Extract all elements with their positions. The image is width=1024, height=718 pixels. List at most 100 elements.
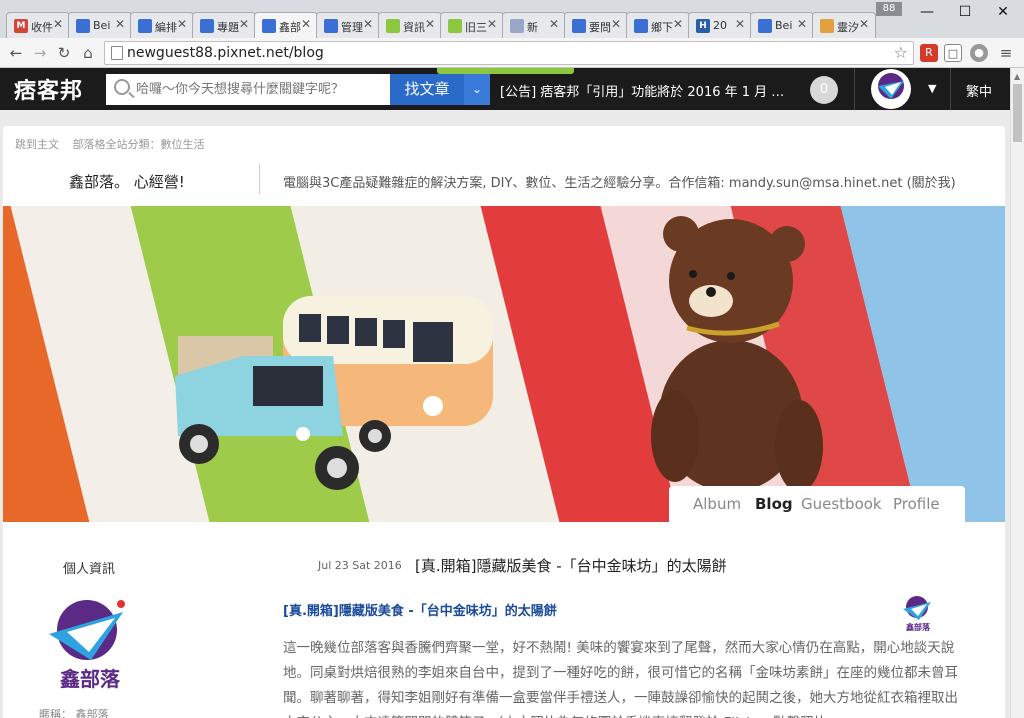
tab-close-icon[interactable]: ✕ (611, 17, 621, 31)
search-icon (114, 79, 130, 95)
tab-favicon-icon (572, 19, 586, 33)
post-body: 這一晚幾位部落客與香騰們齊聚一堂，好不熱鬧! 美味的饗宴來到了尾聲，然而大家心情… (283, 640, 958, 718)
nav-guestbook[interactable]: Guestbook (801, 495, 882, 513)
tab-close-icon[interactable]: ✕ (239, 17, 249, 31)
language-switch[interactable]: 繁中 (966, 81, 992, 100)
tab-title: 新 (527, 21, 538, 34)
browser-tab[interactable]: M 收件 ✕ (6, 12, 70, 38)
tab-close-icon[interactable]: ✕ (425, 17, 435, 31)
tab-favicon-icon: H (696, 19, 710, 33)
browser-tab[interactable]: H 20 ✕ (688, 12, 752, 38)
divider (950, 68, 951, 110)
browser-tab[interactable]: 要問 ✕ (564, 12, 628, 38)
pixnet-logo[interactable]: 痞客邦 (14, 73, 83, 105)
blog-description: 電腦與3C產品疑難雜症的解決方案, DIY、數位、生活之經驗分享。合作信箱: m… (283, 176, 956, 191)
profile-logo[interactable]: 鑫部落 (45, 598, 135, 691)
tab-favicon-icon (448, 19, 462, 33)
browser-tab[interactable]: 靈汐 ✕ (812, 12, 876, 38)
browser-tab[interactable]: 編排 ✕ (130, 12, 194, 38)
search-articles-button[interactable]: 找文章 (390, 74, 464, 105)
site-search[interactable] (106, 74, 390, 105)
browser-tab[interactable]: 新 ✕ (502, 12, 566, 38)
browser-tab[interactable]: 管理 ✕ (316, 12, 380, 38)
extension-red-icon[interactable]: R (920, 44, 938, 62)
page-scrollbar[interactable]: ▲ (1010, 68, 1024, 718)
browser-tab[interactable]: 旧三 ✕ (440, 12, 504, 38)
tab-favicon-icon (262, 19, 276, 33)
menu-icon[interactable]: ≡ (997, 44, 1015, 62)
post-article-link[interactable]: [真.開箱]隱藏版美食 -「台中金味坊」的太陽餅 (283, 600, 557, 619)
search-input[interactable] (136, 80, 384, 98)
blog-title[interactable]: 鑫部落。 心經營! (69, 171, 185, 192)
avatar-caret-icon[interactable]: ▼ (928, 82, 936, 95)
close-window-button[interactable]: ✕ (984, 0, 1022, 26)
divider (854, 68, 855, 110)
tab-close-icon[interactable]: ✕ (859, 17, 869, 31)
tab-count-badge: 88 (876, 2, 902, 16)
pixnet-header: 痞客邦 找文章 ⌄ [公告] 痞客邦「引用」功能將於 2016 年 1 月 … … (0, 68, 1010, 110)
banner-toys-image (175, 216, 823, 492)
tab-title: Bei (93, 19, 111, 32)
browser-tab[interactable]: 鄉下 ✕ (626, 12, 690, 38)
user-avatar[interactable] (871, 69, 911, 109)
announcement-text[interactable]: [公告] 痞客邦「引用」功能將於 2016 年 1 月 … (500, 81, 784, 100)
browser-tab[interactable]: 資訊 ✕ (378, 12, 442, 38)
tab-title: 收件 (31, 21, 53, 34)
tab-close-icon[interactable]: ✕ (363, 17, 373, 31)
tab-favicon-icon (634, 19, 648, 33)
forward-arrow-icon[interactable]: → (30, 43, 50, 63)
extension-circle-icon[interactable]: ● (970, 44, 988, 62)
reload-icon[interactable]: ↻ (54, 43, 74, 63)
browser-tab[interactable]: Bei ✕ (68, 12, 132, 38)
scroll-thumb[interactable] (1013, 84, 1022, 142)
tab-title: 鄉下 (651, 21, 673, 34)
post-title[interactable]: [真.開箱]隱藏版美食 -「台中金味坊」的太陽餅 (415, 555, 727, 576)
tab-title: 編排 (155, 21, 177, 34)
post-logo-caption: 鑫部落 (905, 622, 931, 632)
skip-to-main-link[interactable]: 跳到主文 (15, 138, 59, 151)
breadcrumb: 跳到主文 部落格全站分類：數位生活 (15, 136, 215, 152)
tab-title: 旧三 (465, 21, 487, 34)
tab-close-icon[interactable]: ✕ (53, 17, 63, 31)
nav-blog[interactable]: Blog (755, 495, 793, 513)
tab-favicon-icon (76, 19, 90, 33)
tab-favicon-icon (200, 19, 214, 33)
post-logo: 鑫部落 (899, 594, 937, 632)
browser-tab[interactable]: 專題 ✕ (192, 12, 256, 38)
back-arrow-icon[interactable]: ← (6, 43, 26, 63)
home-icon[interactable]: ⌂ (78, 43, 98, 63)
maximize-button[interactable]: ☐ (946, 0, 984, 26)
tab-close-icon[interactable]: ✕ (115, 17, 125, 31)
tab-close-icon[interactable]: ✕ (797, 17, 807, 31)
nav-album[interactable]: Album (693, 495, 741, 513)
tab-close-icon[interactable]: ✕ (487, 17, 497, 31)
minimize-button[interactable]: — (908, 0, 946, 26)
notification-count[interactable]: 0 (810, 76, 838, 104)
browser-tab[interactable]: Bei ✕ (750, 12, 814, 38)
nav-profile[interactable]: Profile (893, 495, 940, 513)
url-input[interactable] (127, 44, 887, 62)
tab-favicon-icon (386, 19, 400, 33)
bookmark-star-icon[interactable]: ☆ (894, 43, 908, 62)
address-bar[interactable]: ☆ (104, 41, 914, 65)
tab-close-icon[interactable]: ✕ (549, 17, 559, 31)
scroll-up-icon[interactable]: ▲ (1014, 72, 1020, 81)
browser-tab[interactable]: 鑫部 ✕ (254, 12, 318, 39)
tab-close-icon[interactable]: ✕ (673, 17, 683, 31)
tab-favicon-icon (820, 19, 834, 33)
browser-toolbar: ← → ↻ ⌂ ☆ R □ ● ≡ (0, 38, 1024, 68)
page-icon (111, 46, 123, 60)
search-dropdown-chevron-icon[interactable]: ⌄ (464, 74, 490, 105)
tab-title: 鑫部 (279, 21, 301, 34)
tab-title: 靈汐 (837, 21, 859, 34)
extension-chat-icon[interactable]: □ (944, 44, 962, 62)
tab-close-icon[interactable]: ✕ (177, 17, 187, 31)
tab-favicon-icon (324, 19, 338, 33)
tab-favicon-icon: M (14, 19, 28, 33)
tab-close-icon[interactable]: ✕ (735, 17, 745, 31)
tab-close-icon[interactable]: ✕ (301, 17, 311, 31)
tab-favicon-icon (138, 19, 152, 33)
category-link[interactable]: 部落格全站分類：數位生活 (73, 138, 205, 151)
blog-nav: Album Blog Guestbook Profile (669, 486, 965, 522)
nickname: 暱稱： 鑫部落 (39, 708, 109, 718)
